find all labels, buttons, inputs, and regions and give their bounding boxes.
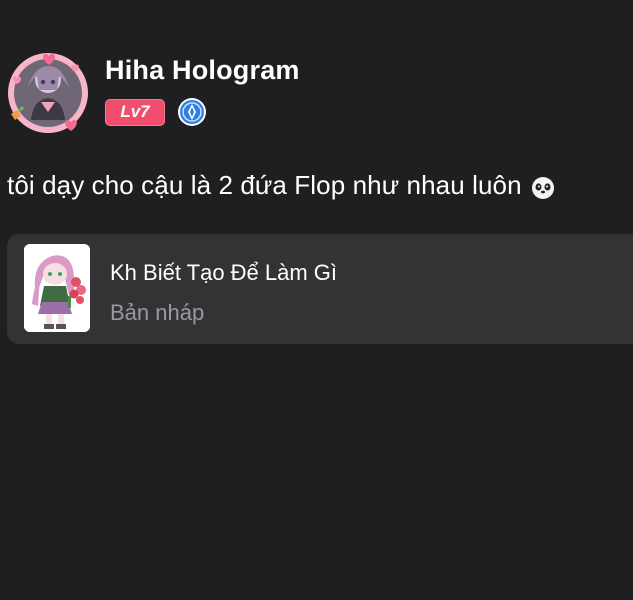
draft-status: Bản nháp [110, 300, 205, 325]
post-text-content: tôi dạy cho cậu là 2 đứa Flop như nhau l… [7, 170, 522, 200]
draft-title: Kh Biết Tạo Để Làm Gì [110, 260, 338, 285]
draft-attachment-card[interactable]: Kh Biết Tạo Để Làm Gì Bản nháp [7, 234, 633, 344]
author-name[interactable]: Hiha Hologram [105, 55, 300, 86]
post-header: Hiha Hologram Lv7 [0, 0, 633, 150]
post-body-text: tôi dạy cho cậu là 2 đứa Flop như nhau l… [7, 170, 556, 201]
level-badge: Lv7 [105, 98, 165, 126]
avatar-icon [8, 53, 88, 133]
author-avatar[interactable] [5, 50, 91, 136]
verified-badge-icon [178, 98, 206, 126]
panda-face-icon [530, 175, 556, 200]
chibi-character-thumbnail-icon [24, 244, 90, 332]
draft-thumbnail [24, 244, 90, 332]
author-badges: Lv7 [105, 98, 207, 126]
